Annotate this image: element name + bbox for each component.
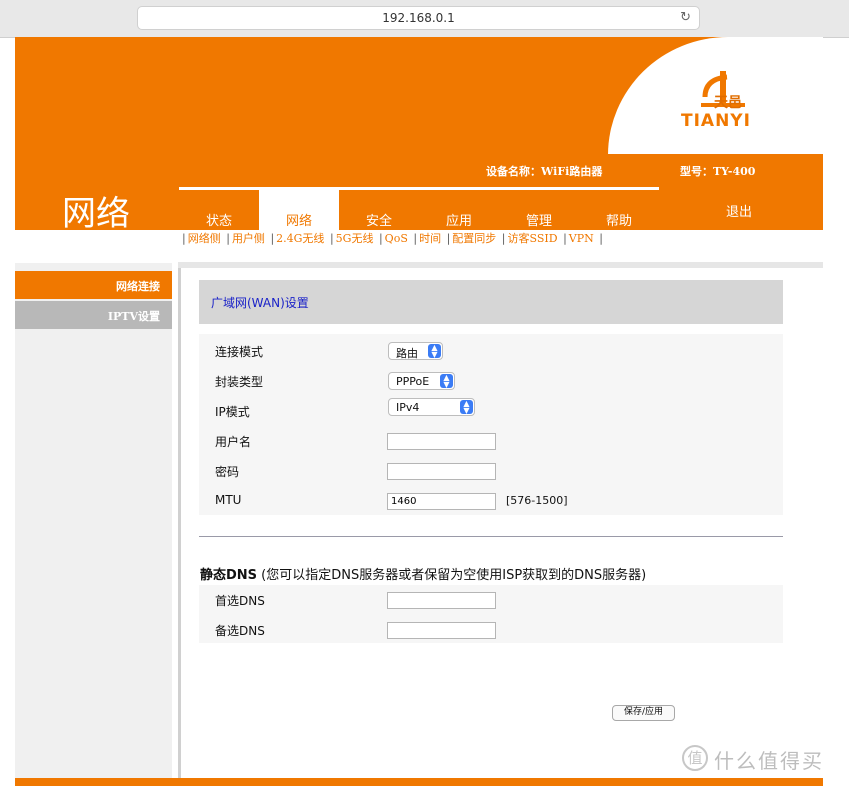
panel-title: 广域网(WAN)设置 <box>211 296 309 310</box>
subnav-vpn[interactable]: VPN <box>569 232 594 245</box>
static-dns-title: 静态DNS <box>200 568 258 583</box>
tab-management[interactable]: 管理 <box>499 187 579 230</box>
ip-mode-select[interactable]: IPv4 ▲ ▼ <box>388 398 475 416</box>
subnav-wifi-24g[interactable]: 2.4G无线 <box>276 232 324 245</box>
static-dns-heading: 静态DNS (您可以指定DNS服务器或者保留为空使用ISP获取到的DNS服务器) <box>200 564 646 583</box>
primary-dns-label: 首选DNS <box>215 594 265 608</box>
left-sidebar: 网络连接 IPTV设置 <box>15 263 172 778</box>
tab-label: 安全 <box>365 214 392 229</box>
mtu-range: [576-1500] <box>506 494 568 507</box>
subnav-user-side[interactable]: 用户侧 <box>232 232 265 245</box>
secondary-dns-label: 备选DNS <box>215 624 265 638</box>
connection-mode-value: 路由 <box>396 347 418 360</box>
divider <box>199 536 783 537</box>
reload-icon[interactable]: ↻ <box>680 10 691 25</box>
separator: | <box>182 232 186 245</box>
subnav-network-side[interactable]: 网络侧 <box>188 232 221 245</box>
sub-nav: | 网络侧 | 用户侧 | 2.4G无线 | 5G无线 | QoS | 时间 | 配置同步 |… <box>180 230 823 252</box>
separator: | <box>599 232 603 245</box>
static-dns-note: (您可以指定DNS服务器或者保留为空使用ISP获取到的DNS服务器) <box>257 568 647 583</box>
encapsulation-label: 封装类型 <box>215 375 264 389</box>
address-bar[interactable]: 192.168.0.1 ↻ <box>137 6 700 30</box>
tab-label: 管理 <box>525 214 552 229</box>
mtu-input[interactable]: 1460 <box>387 493 496 510</box>
separator: | <box>378 232 383 245</box>
separator: | <box>446 232 451 245</box>
subnav-config-sync[interactable]: 配置同步 <box>452 232 496 245</box>
encapsulation-value: PPPoE <box>396 375 430 388</box>
section-title: 网络 <box>62 194 130 234</box>
tab-network[interactable]: 网络 <box>259 187 339 230</box>
tab-security[interactable]: 安全 <box>339 187 419 230</box>
watermark-icon: 值 <box>682 745 708 771</box>
username-input[interactable] <box>387 433 496 450</box>
logout-link[interactable]: 退出 <box>726 201 752 220</box>
header-banner: 天邑 TIANYI <box>15 37 823 155</box>
separator: | <box>329 232 334 245</box>
watermark-text: 什么值得买 <box>714 749 824 773</box>
footer-bar <box>15 778 823 786</box>
password-input[interactable] <box>387 463 496 480</box>
subnav-time[interactable]: 时间 <box>419 232 441 245</box>
separator: | <box>563 232 567 245</box>
select-arrow-icon: ▲ ▼ <box>440 374 453 389</box>
select-arrow-icon: ▲ ▼ <box>460 400 473 415</box>
url-text: 192.168.0.1 <box>382 11 455 25</box>
logo-chinese-text: 天邑 <box>714 95 742 111</box>
sidebar-item-network-connection[interactable]: 网络连接 <box>15 271 172 299</box>
subnav-wifi-5g[interactable]: 5G无线 <box>336 232 374 245</box>
ip-mode-value: IPv4 <box>396 401 420 414</box>
select-arrow-icon: ▲ ▼ <box>428 344 441 359</box>
tab-label: 状态 <box>205 214 232 229</box>
nav-band: 网络 设备名称：WiFi路由器 型号：TY-400 状态 网络 安全 应用 管理… <box>15 154 823 234</box>
logo-area: 天邑 TIANYI <box>608 37 823 155</box>
subnav-guest-ssid[interactable]: 访客SSID <box>508 232 558 245</box>
encapsulation-select[interactable]: PPPoE ▲ ▼ <box>388 372 455 390</box>
tab-label: 应用 <box>445 214 472 229</box>
secondary-dns-input[interactable] <box>387 622 496 639</box>
separator: | <box>501 232 506 245</box>
sidebar-item-iptv[interactable]: IPTV设置 <box>15 301 172 329</box>
browser-toolbar: 192.168.0.1 ↻ <box>0 0 849 38</box>
main-tabs: 状态 网络 安全 应用 管理 帮助 <box>179 187 659 230</box>
subnav-qos[interactable]: QoS <box>385 232 408 245</box>
primary-dns-input[interactable] <box>387 592 496 609</box>
panel-header: 广域网(WAN)设置 <box>199 280 783 324</box>
save-apply-button[interactable]: 保存/应用 <box>612 705 675 721</box>
separator: | <box>270 232 275 245</box>
tab-label: 帮助 <box>605 214 632 229</box>
mtu-label: MTU <box>215 493 242 507</box>
separator: | <box>226 232 230 245</box>
tab-status[interactable]: 状态 <box>179 187 259 230</box>
separator: | <box>413 232 418 245</box>
tab-help[interactable]: 帮助 <box>579 187 659 230</box>
wan-form <box>199 334 783 515</box>
ip-mode-label: IP模式 <box>215 405 250 419</box>
password-label: 密码 <box>215 465 240 479</box>
username-label: 用户名 <box>215 435 252 449</box>
connection-mode-select[interactable]: 路由 ▲ ▼ <box>388 342 443 360</box>
tab-application[interactable]: 应用 <box>419 187 499 230</box>
device-model: 型号：TY-400 <box>680 165 756 178</box>
connection-mode-label: 连接模式 <box>215 345 264 359</box>
device-name: 设备名称：WiFi路由器 <box>486 165 603 178</box>
tab-label: 网络 <box>285 214 312 229</box>
logo-english-text: TIANYI <box>681 111 751 131</box>
